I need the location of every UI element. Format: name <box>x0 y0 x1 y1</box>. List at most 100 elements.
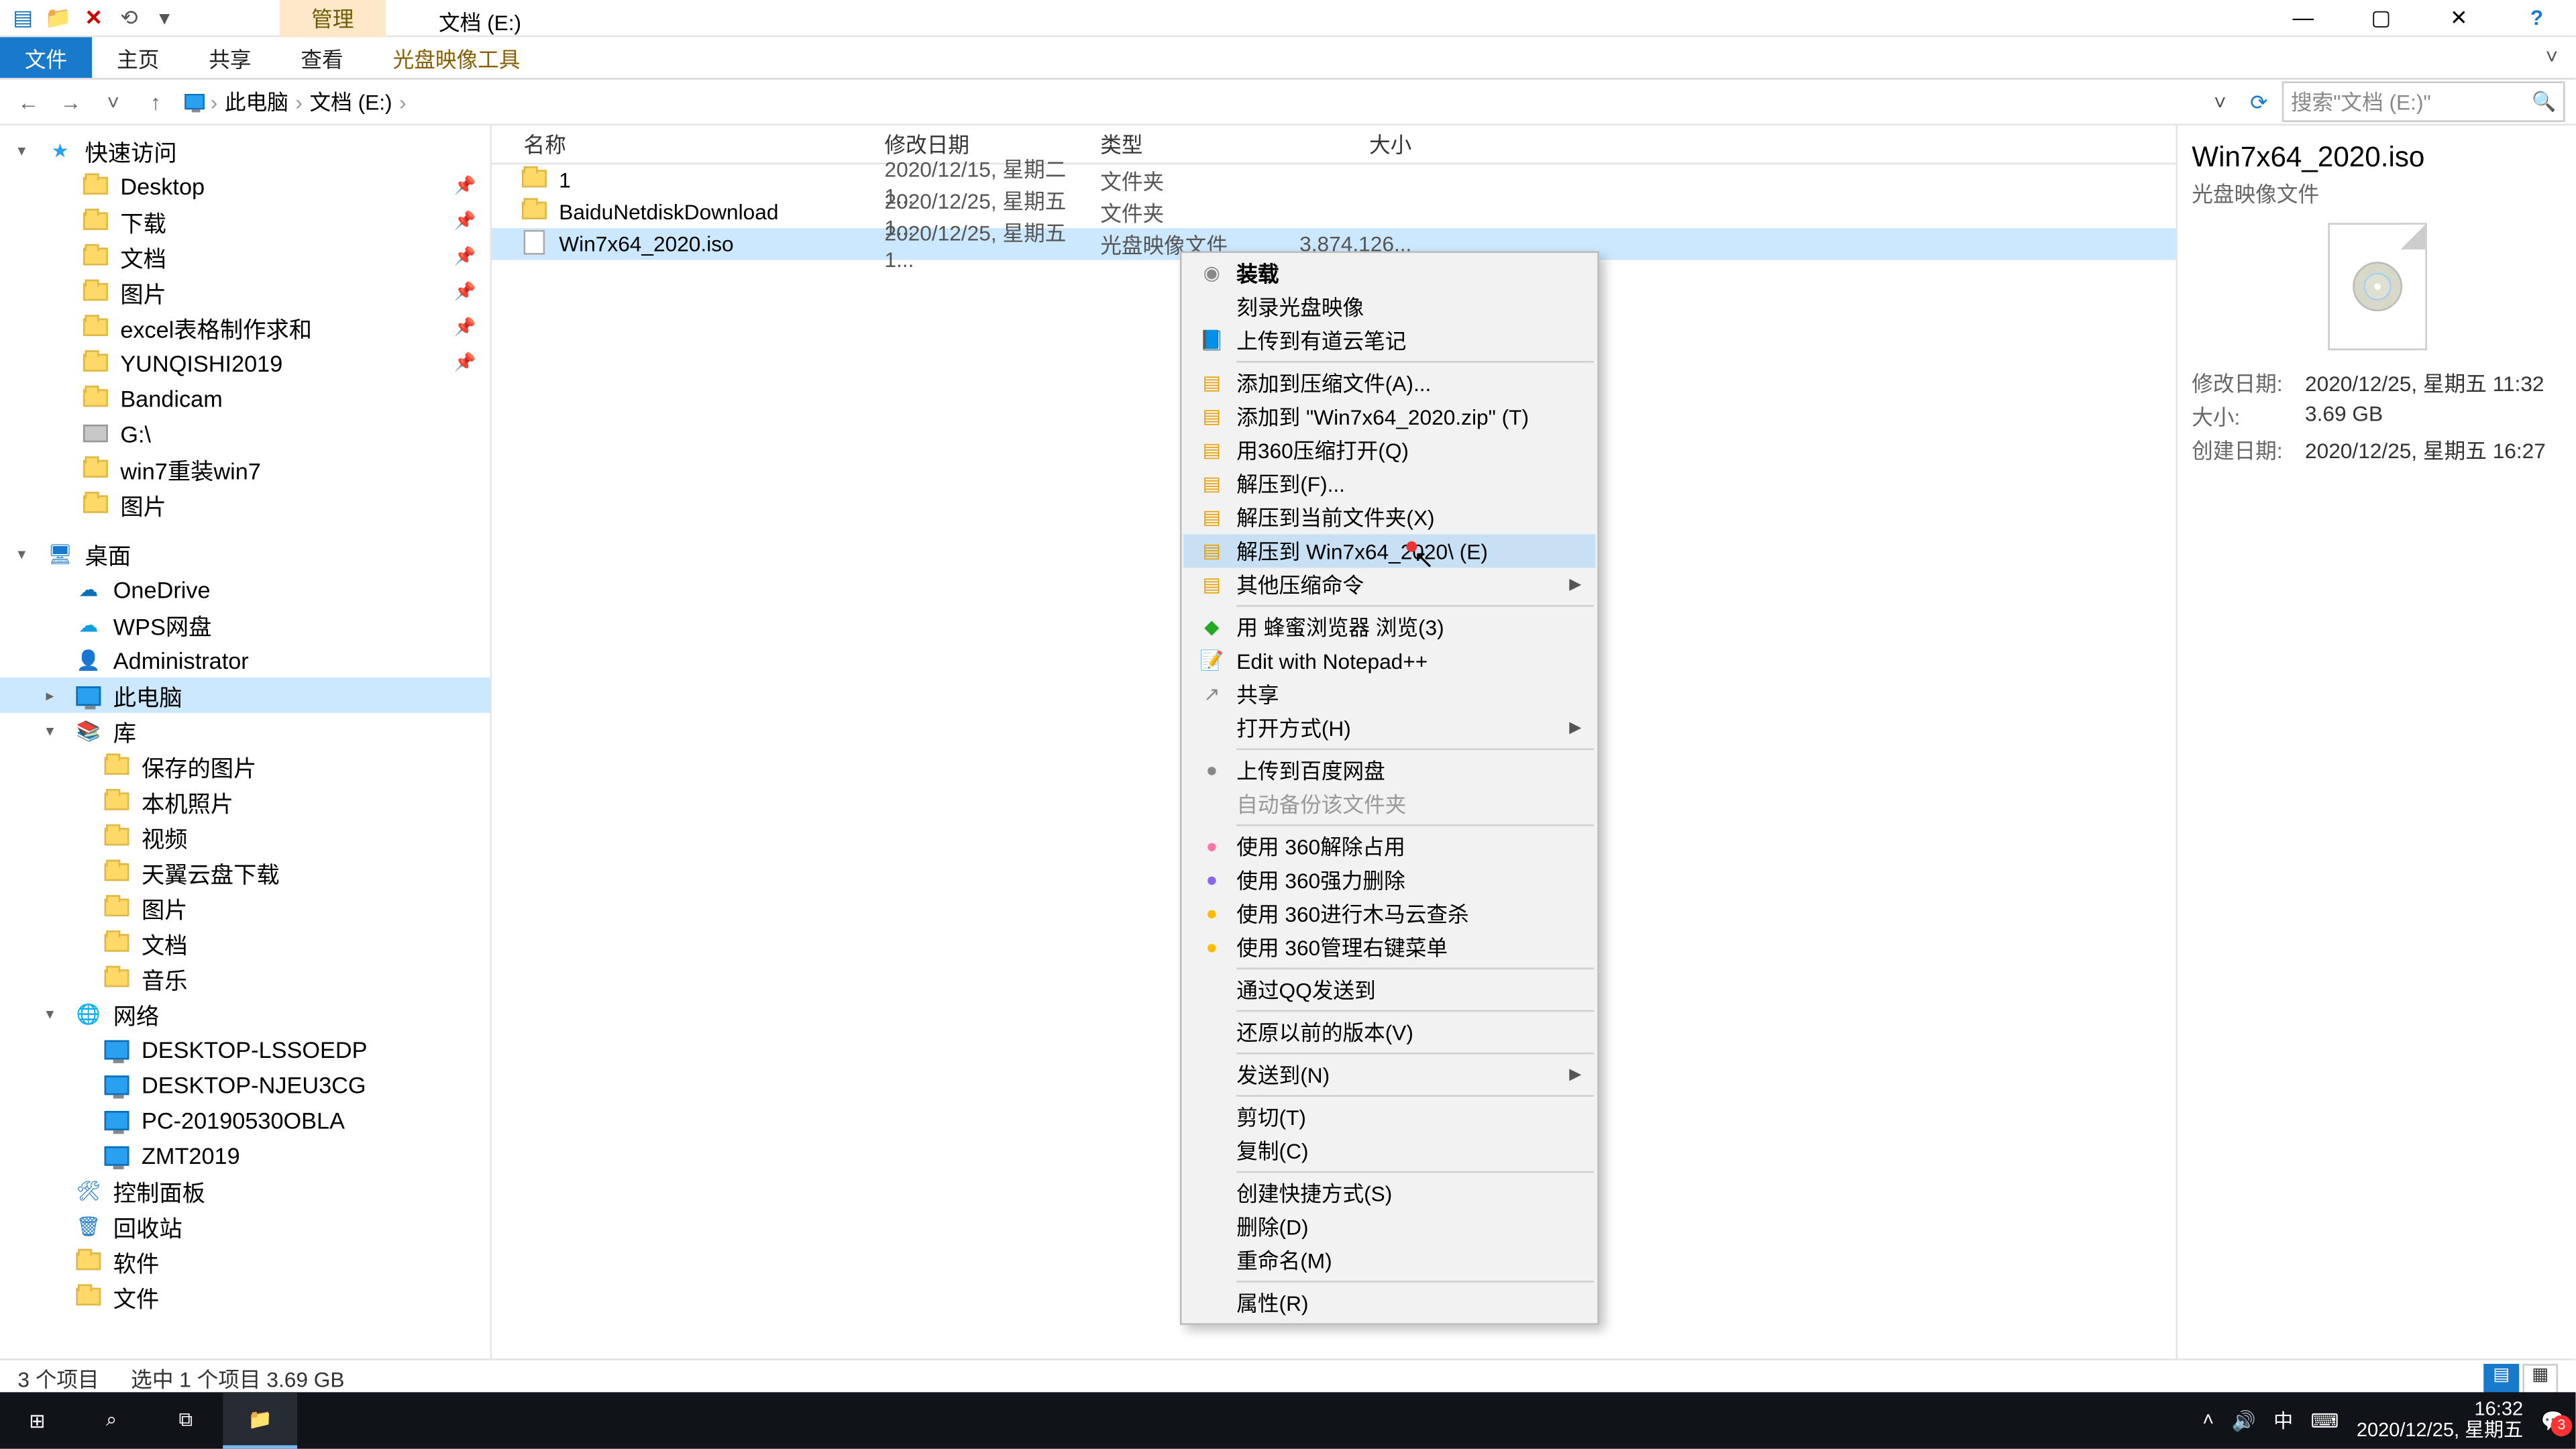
context-menu-item[interactable]: ↗共享 <box>1183 678 1595 711</box>
maximize-button[interactable]: ▢ <box>2342 0 2420 36</box>
context-menu-item[interactable]: ▤解压到(F)... <box>1183 467 1595 500</box>
tree-item[interactable]: 🗑回收站 <box>0 1208 490 1244</box>
column-type[interactable]: 类型 <box>1100 129 1284 160</box>
context-menu-item[interactable]: 发送到(N)▶ <box>1183 1058 1595 1091</box>
tree-item[interactable]: ☁OneDrive <box>0 572 490 607</box>
qat-icon-2[interactable]: 📁 <box>42 2 74 34</box>
tree-item[interactable]: 软件 <box>0 1244 490 1279</box>
context-menu-item[interactable]: 属性(R) <box>1183 1286 1595 1320</box>
context-menu-item[interactable]: 📝Edit with Notepad++ <box>1183 644 1595 678</box>
context-menu-item[interactable]: ◉装载 <box>1183 256 1595 290</box>
tree-item[interactable]: win7重装win7 <box>0 451 490 486</box>
context-menu-item[interactable]: ●上传到百度网盘 <box>1183 753 1595 787</box>
qat-undo-icon[interactable]: ⟲ <box>113 2 145 34</box>
tree-item[interactable]: YUNQISHI2019📌 <box>0 345 490 380</box>
context-menu-item[interactable]: 还原以前的版本(V) <box>1183 1016 1595 1049</box>
tree-item[interactable]: 文档📌 <box>0 239 490 274</box>
context-menu-item[interactable]: ◆用 蜂蜜浏览器 浏览(3) <box>1183 610 1595 644</box>
tree-item[interactable]: Desktop📌 <box>0 168 490 204</box>
context-menu-item[interactable]: 📘上传到有道云笔记 <box>1183 324 1595 358</box>
tree-item[interactable]: 文件 <box>0 1279 490 1315</box>
tree-item[interactable]: 👤Administrator <box>0 642 490 678</box>
column-headers[interactable]: 名称 修改日期 类型 大小 <box>492 125 2176 164</box>
context-menu-item[interactable]: 刻录光盘映像 <box>1183 290 1595 323</box>
start-button[interactable]: ⊞ <box>0 1392 74 1448</box>
tree-item[interactable]: 保存的图片 <box>0 748 490 784</box>
tray-ime-icon[interactable]: 中 <box>2273 1406 2293 1434</box>
forward-button[interactable]: → <box>53 89 89 114</box>
tree-item[interactable]: G:\ <box>0 416 490 451</box>
tree-item[interactable]: ▾🌐网络 <box>0 996 490 1032</box>
qat-icon-1[interactable]: ▤ <box>7 2 39 34</box>
table-row[interactable]: BaiduNetdiskDownload2020/12/25, 星期五 1...… <box>492 197 2176 228</box>
tree-item[interactable]: DESKTOP-LSSOEDP <box>0 1031 490 1067</box>
column-name[interactable]: 名称 <box>492 129 884 160</box>
ribbon-file-tab[interactable]: 文件 <box>0 37 92 78</box>
tree-item[interactable]: 图片 <box>0 486 490 522</box>
ribbon-tab-share[interactable]: 共享 <box>184 37 276 78</box>
ribbon-tab-disc-tools[interactable]: 光盘映像工具 <box>368 37 545 78</box>
tree-desktop-root[interactable]: ▾🖥 桌面 <box>0 536 490 572</box>
table-row[interactable]: 12020/12/15, 星期二 1...文件夹 <box>492 164 2176 196</box>
close-button[interactable]: ✕ <box>2420 0 2498 36</box>
tray-ime-mode-icon[interactable]: ⌨ <box>2311 1409 2339 1432</box>
tray-volume-icon[interactable]: 🔊 <box>2232 1409 2256 1432</box>
address-dropdown-icon[interactable]: ˅ <box>2204 89 2236 114</box>
tree-item[interactable]: 图片📌 <box>0 274 490 310</box>
ribbon-expand-icon[interactable]: ˅ <box>2528 37 2575 78</box>
context-menu-item[interactable]: 剪切(T) <box>1183 1100 1595 1134</box>
context-menu-item[interactable]: ●使用 360强力删除 <box>1183 863 1595 897</box>
tree-item[interactable]: 天翼云盘下载 <box>0 855 490 890</box>
context-menu-item[interactable]: 打开方式(H)▶ <box>1183 711 1595 745</box>
tray-overflow-icon[interactable]: ˄ <box>2202 1410 2214 1432</box>
context-menu-item[interactable]: 通过QQ发送到 <box>1183 973 1595 1006</box>
action-center-icon[interactable]: 💬3 <box>2541 1409 2565 1432</box>
tree-item[interactable]: ZMT2019 <box>0 1138 490 1173</box>
context-menu-item[interactable]: ▤解压到 Win7x64_2020\ (E) <box>1183 534 1595 568</box>
tree-item[interactable]: excel表格制作求和📌 <box>0 309 490 345</box>
tree-item[interactable]: 视频 <box>0 819 490 855</box>
context-menu-item[interactable]: 创建快捷方式(S) <box>1183 1177 1595 1210</box>
up-button[interactable]: ↑ <box>138 89 174 114</box>
tree-quick-access[interactable]: ▾★ 快速访问 <box>0 133 490 168</box>
search-input[interactable]: 搜索"文档 (E:)" 🔍 <box>2282 81 2565 122</box>
recent-locations-button[interactable]: ˅ <box>95 89 131 114</box>
context-menu-item[interactable]: 重命名(M) <box>1183 1244 1595 1277</box>
tree-item[interactable]: 文档 <box>0 925 490 961</box>
context-menu-item[interactable]: ▤添加到压缩文件(A)... <box>1183 366 1595 400</box>
context-menu-item[interactable]: ▤用360压缩打开(Q) <box>1183 433 1595 467</box>
taskbar[interactable]: ⊞ ⌕ ⧉ 📁 ˄ 🔊 中 ⌨ 16:32 2020/12/25, 星期五 💬3 <box>0 1392 2575 1448</box>
tree-item[interactable]: 🛠控制面板 <box>0 1173 490 1208</box>
view-details-button[interactable]: ▤ <box>2483 1363 2519 1395</box>
tree-item[interactable]: ▾📚库 <box>0 713 490 749</box>
task-view-button[interactable]: ⧉ <box>149 1392 223 1448</box>
context-menu-item[interactable]: ▤添加到 "Win7x64_2020.zip" (T) <box>1183 400 1595 433</box>
context-menu-item[interactable]: ●使用 360进行木马云查杀 <box>1183 897 1595 930</box>
ribbon-tab-view[interactable]: 查看 <box>276 37 368 78</box>
context-menu-item[interactable]: 删除(D) <box>1183 1210 1595 1244</box>
minimize-button[interactable]: — <box>2264 0 2342 36</box>
back-button[interactable]: ← <box>11 89 46 114</box>
ribbon-tab-home[interactable]: 主页 <box>92 37 184 78</box>
taskbar-search-icon[interactable]: ⌕ <box>74 1392 149 1448</box>
refresh-button[interactable]: ⟳ <box>2243 89 2275 114</box>
tree-item[interactable]: 下载📌 <box>0 203 490 239</box>
address-bar[interactable]: › 此电脑 › 文档 (E:) › <box>180 85 2197 119</box>
breadcrumb[interactable]: 此电脑 <box>221 87 292 117</box>
context-menu-item[interactable]: ●使用 360解除占用 <box>1183 830 1595 863</box>
tree-item[interactable]: PC-20190530OBLA <box>0 1102 490 1138</box>
context-menu-item[interactable]: ▤其他压缩命令▶ <box>1183 568 1595 601</box>
qat-save-icon[interactable]: ✕ <box>78 2 109 34</box>
tree-item[interactable]: Bandicam <box>0 380 490 416</box>
tree-item[interactable]: ▸此电脑 <box>0 678 490 713</box>
breadcrumb[interactable]: 文档 (E:) <box>306 87 396 117</box>
help-button[interactable]: ? <box>2498 0 2575 36</box>
view-icons-button[interactable]: ▦ <box>2522 1363 2558 1395</box>
context-menu-item[interactable]: 复制(C) <box>1183 1134 1595 1167</box>
tree-item[interactable]: DESKTOP-NJEU3CG <box>0 1067 490 1102</box>
tree-item[interactable]: 音乐 <box>0 961 490 996</box>
tree-item[interactable]: ☁WPS网盘 <box>0 606 490 642</box>
context-menu-item[interactable]: ●使用 360管理右键菜单 <box>1183 930 1595 964</box>
navigation-pane[interactable]: ▾★ 快速访问 Desktop📌下载📌文档📌图片📌excel表格制作求和📌YUN… <box>0 125 492 1358</box>
context-menu-item[interactable]: ▤解压到当前文件夹(X) <box>1183 500 1595 534</box>
